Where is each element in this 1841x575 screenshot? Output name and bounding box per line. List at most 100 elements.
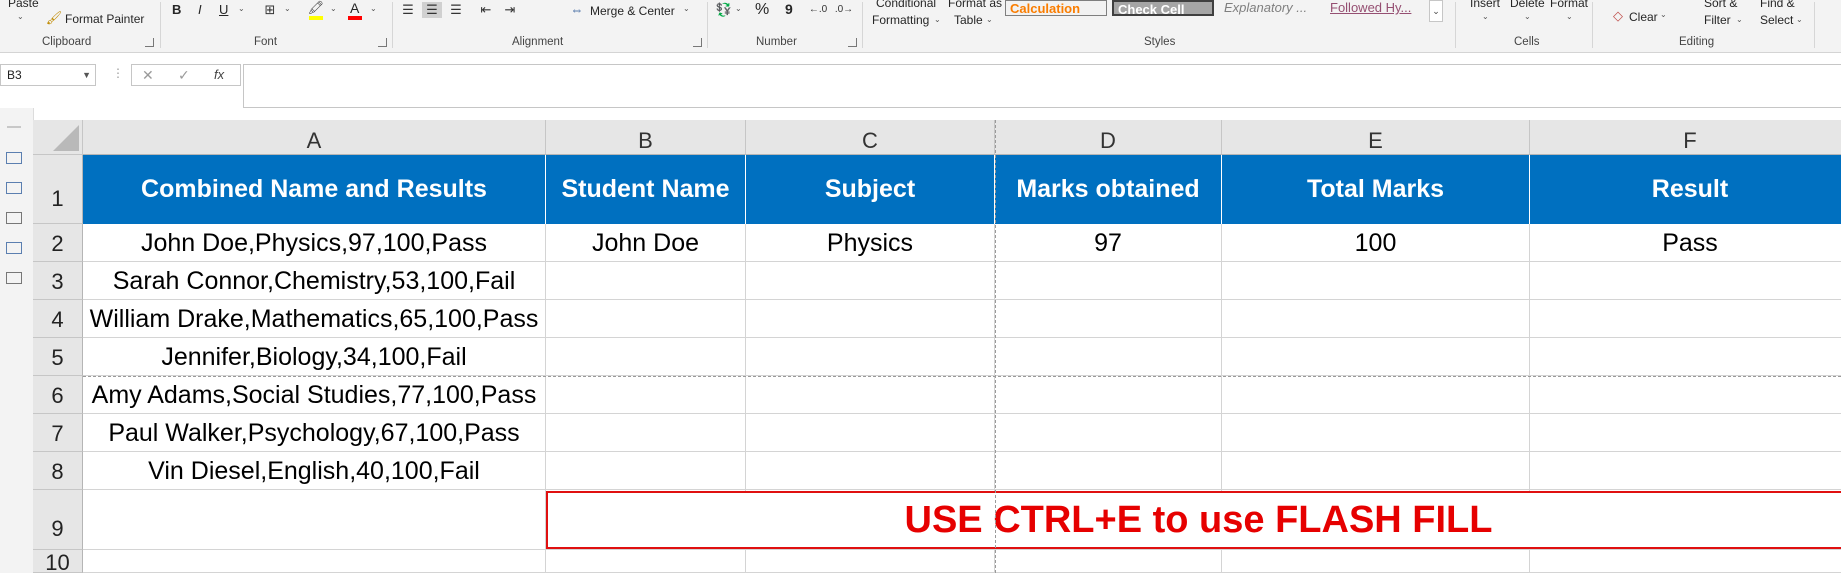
column-header-d[interactable]: D <box>995 120 1222 155</box>
table-cell[interactable] <box>995 550 1222 573</box>
fill-color-dropdown-icon[interactable]: ⌄ <box>330 4 337 13</box>
format-cells-button[interactable]: Format <box>1550 0 1588 10</box>
row-header-4[interactable]: 4 <box>33 300 83 338</box>
clipboard-launcher-icon[interactable] <box>145 38 154 47</box>
row-header-3[interactable]: 3 <box>33 262 83 300</box>
table-cell[interactable] <box>995 262 1222 300</box>
row-header-5[interactable]: 5 <box>33 338 83 376</box>
style-check-cell[interactable]: Check Cell <box>1112 0 1214 17</box>
format-as-table-dropdown-icon[interactable]: ⌄ <box>986 15 993 24</box>
align-center-icon[interactable]: ☰ <box>422 2 442 18</box>
row-header-9[interactable]: 9 <box>33 490 83 550</box>
delete-cells-button[interactable]: Delete <box>1510 0 1545 10</box>
table-cell[interactable] <box>746 300 995 338</box>
table-cell[interactable]: Paul Walker,Psychology,67,100,Pass <box>83 414 546 452</box>
table-cell[interactable] <box>995 376 1222 414</box>
table-cell[interactable] <box>1530 414 1841 452</box>
format-dropdown-icon[interactable]: ⌄ <box>1566 12 1573 21</box>
header-cell[interactable]: Combined Name and Results <box>83 155 546 224</box>
grid-view-icon[interactable] <box>6 242 22 254</box>
row-header-6[interactable]: 6 <box>33 376 83 414</box>
formula-bar-splitter-icon[interactable]: ⋮ <box>112 66 124 80</box>
accounting-format-icon[interactable]: 💱 <box>714 2 734 18</box>
table-cell[interactable] <box>1222 300 1530 338</box>
column-header-a[interactable]: A <box>83 120 546 155</box>
column-header-e[interactable]: E <box>1222 120 1530 155</box>
table-cell[interactable] <box>746 376 995 414</box>
table-cell[interactable] <box>995 300 1222 338</box>
header-cell[interactable]: Marks obtained <box>995 155 1222 224</box>
table-cell[interactable] <box>1530 452 1841 490</box>
table-cell[interactable] <box>546 262 746 300</box>
decrease-decimal-icon[interactable]: .0→ <box>834 2 854 18</box>
accounting-dropdown-icon[interactable]: ⌄ <box>735 4 742 13</box>
header-cell[interactable]: Student Name <box>546 155 746 224</box>
sort-filter-dropdown-icon[interactable]: ⌄ <box>1736 15 1743 24</box>
cancel-icon[interactable]: ✕ <box>142 67 154 84</box>
underline-dropdown-icon[interactable]: ⌄ <box>238 4 245 13</box>
select-all-button[interactable] <box>33 120 83 155</box>
table-cell[interactable]: John Doe,Physics,97,100,Pass <box>83 224 546 262</box>
header-cell[interactable]: Subject <box>746 155 995 224</box>
merge-center-button[interactable]: Merge & Center <box>590 4 675 18</box>
table-view-icon[interactable] <box>6 152 22 164</box>
table-cell[interactable] <box>746 262 995 300</box>
table-cell[interactable] <box>995 338 1222 376</box>
column-header-c[interactable]: C <box>746 120 995 155</box>
column-header-b[interactable]: B <box>546 120 746 155</box>
table-cell[interactable] <box>1530 550 1841 573</box>
underline-button[interactable]: U <box>219 2 228 17</box>
table-cell[interactable] <box>83 490 546 550</box>
format-as-table-button-line2[interactable]: Table <box>954 13 983 27</box>
table-cell[interactable] <box>546 376 746 414</box>
fill-color-icon[interactable]: 🖍 <box>306 0 326 16</box>
row-header-7[interactable]: 7 <box>33 414 83 452</box>
worksheet-grid[interactable]: ABCDEF 1 2 3 4 5 6 7 8 9 10 Combined Name and Res… <box>33 120 1841 575</box>
conditional-formatting-dropdown-icon[interactable]: ⌄ <box>934 15 941 24</box>
paste-button[interactable]: Paste <box>8 0 39 10</box>
font-launcher-icon[interactable] <box>378 38 387 47</box>
find-select-dropdown-icon[interactable]: ⌄ <box>1796 15 1803 24</box>
table-cell[interactable]: Vin Diesel,English,40,100,Fail <box>83 452 546 490</box>
find-select-button[interactable]: Find & <box>1760 0 1795 10</box>
name-box[interactable]: B3 ▼ <box>0 64 96 86</box>
header-cell[interactable]: Total Marks <box>1222 155 1530 224</box>
eraser-icon[interactable]: ◇ <box>1608 8 1628 24</box>
name-box-dropdown-icon[interactable]: ▼ <box>82 65 91 85</box>
table-cell[interactable] <box>1530 262 1841 300</box>
table-cell[interactable] <box>83 550 546 573</box>
table-cell[interactable]: William Drake,Mathematics,65,100,Pass <box>83 300 546 338</box>
formula-input[interactable] <box>243 64 1841 108</box>
table-cell[interactable] <box>1222 550 1530 573</box>
sort-filter-button-line2[interactable]: Filter <box>1704 13 1731 27</box>
align-right-icon[interactable]: ☰ <box>446 2 466 18</box>
format-as-table-button[interactable]: Format as <box>948 0 1002 10</box>
table-cell[interactable]: Amy Adams,Social Studies,77,100,Pass <box>83 376 546 414</box>
clear-dropdown-icon[interactable]: ⌄ <box>1660 10 1667 19</box>
align-left-icon[interactable]: ☰ <box>398 2 418 18</box>
table-cell[interactable] <box>546 338 746 376</box>
sort-filter-button[interactable]: Sort & <box>1704 0 1737 10</box>
format-painter-button[interactable]: Format Painter <box>65 12 144 26</box>
row-header-1[interactable]: 1 <box>33 155 83 224</box>
row-header-8[interactable]: 8 <box>33 452 83 490</box>
table-cell[interactable] <box>546 550 746 573</box>
insert-cells-button[interactable]: Insert <box>1470 0 1500 10</box>
styles-gallery-more-icon[interactable]: ⌄ <box>1429 0 1443 22</box>
number-launcher-icon[interactable] <box>848 38 857 47</box>
bold-button[interactable]: B <box>172 2 181 17</box>
enter-icon[interactable]: ✓ <box>178 67 190 84</box>
table-cell[interactable] <box>1530 338 1841 376</box>
find-select-button-line2[interactable]: Select <box>1760 13 1793 27</box>
table-cell[interactable] <box>1222 414 1530 452</box>
table-cell[interactable] <box>546 414 746 452</box>
table-cell[interactable] <box>995 414 1222 452</box>
table-cell[interactable] <box>995 452 1222 490</box>
alignment-launcher-icon[interactable] <box>693 38 702 47</box>
table-cell[interactable] <box>746 414 995 452</box>
column-header-f[interactable]: F <box>1530 120 1841 155</box>
insert-dropdown-icon[interactable]: ⌄ <box>1482 12 1489 21</box>
percent-style-button[interactable]: % <box>755 1 769 19</box>
table-cell[interactable]: Pass <box>1530 224 1841 262</box>
table-cell[interactable] <box>1222 376 1530 414</box>
